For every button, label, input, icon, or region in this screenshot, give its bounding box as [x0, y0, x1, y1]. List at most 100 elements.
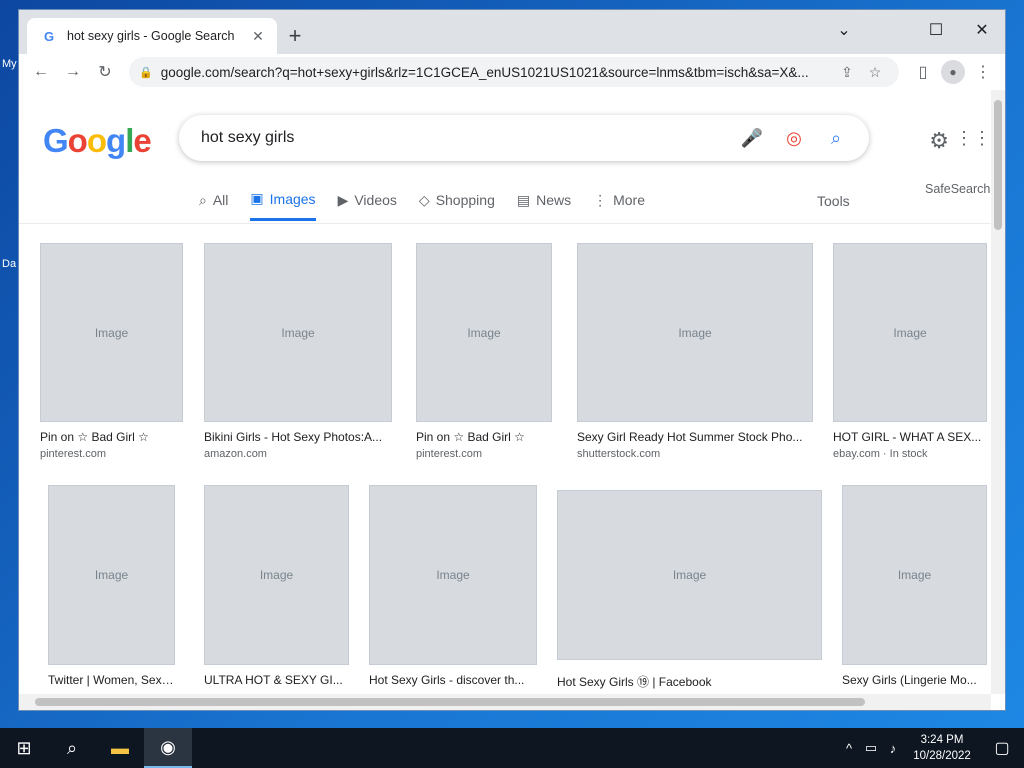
result-source[interactable]: ebay.com · In stock [833, 448, 987, 460]
tab-title: hot sexy girls - Google Search [67, 29, 235, 43]
tab-strip: G hot sexy girls - Google Search ✕ + ⌄ ☐… [19, 10, 1005, 54]
desktop-icon-label[interactable]: My [2, 58, 17, 70]
browser-tab[interactable]: G hot sexy girls - Google Search ✕ [27, 18, 277, 54]
image-result[interactable]: Image HOT GIRL - WHAT A SEX... ebay.com … [833, 243, 987, 460]
result-title[interactable]: Bikini Girls - Hot Sexy Photos:A... [204, 430, 392, 444]
tab-search-button[interactable]: ⌄ [821, 16, 867, 46]
image-placeholder[interactable]: Image [557, 490, 822, 660]
image-result[interactable]: Image Pin on ☆ Bad Girl ☆ pinterest.com [40, 243, 183, 460]
bookmark-star-icon[interactable]: ☆ [861, 64, 889, 81]
tab-close-icon[interactable]: ✕ [249, 28, 267, 45]
google-favicon-icon: G [43, 28, 55, 44]
result-title[interactable]: Twitter | Women, Sexy ... [48, 673, 175, 687]
image-result[interactable]: Image Hot Sexy Girls ⑲ | Facebook [557, 490, 822, 690]
apps-grid-icon[interactable]: ⋮⋮ [955, 128, 991, 149]
image-placeholder[interactable]: Image [833, 243, 987, 422]
image-placeholder[interactable]: Image [842, 485, 987, 665]
image-result[interactable]: Image Bikini Girls - Hot Sexy Photos:A..… [204, 243, 392, 460]
result-source[interactable]: pinterest.com [40, 448, 183, 460]
search-icon[interactable]: ⌕ [815, 128, 857, 149]
image-result[interactable]: Image Twitter | Women, Sexy ... [48, 485, 175, 687]
tag-icon: ◇ [418, 191, 430, 208]
chrome-window: G hot sexy girls - Google Search ✕ + ⌄ ☐… [18, 9, 1006, 711]
scrollbar-thumb[interactable] [994, 100, 1002, 230]
tab-news[interactable]: ▤ News [517, 190, 571, 221]
search-input[interactable] [201, 129, 731, 147]
notification-icon[interactable]: ▢ [980, 738, 1024, 758]
side-panel-icon[interactable]: ▯ [909, 58, 937, 86]
address-bar[interactable]: 🔒 google.com/search?q=hot+sexy+girls&rlz… [129, 57, 899, 87]
chevron-up-icon[interactable]: ^ [838, 741, 860, 756]
search-icon[interactable]: ⌕ [48, 728, 96, 768]
result-title[interactable]: Hot Sexy Girls ⑲ | Facebook [557, 673, 822, 690]
safesearch-link[interactable]: SafeSearch [925, 182, 990, 196]
tools-button[interactable]: Tools [817, 193, 850, 209]
video-icon: ▶ [337, 191, 349, 208]
lock-icon[interactable]: 🔒 [139, 66, 153, 79]
google-logo[interactable]: Google [43, 122, 152, 160]
microphone-icon[interactable]: 🎤 [731, 128, 773, 149]
back-arrow-icon[interactable]: ← [27, 58, 55, 86]
share-icon[interactable]: ⇪ [833, 64, 861, 81]
tab-shopping[interactable]: ◇ Shopping [419, 190, 495, 221]
image-placeholder[interactable]: Image [204, 485, 349, 665]
clock[interactable]: 3:24 PM 10/28/2022 [904, 732, 980, 764]
network-icon[interactable]: ▭ [860, 740, 882, 756]
search-icon: ⌕ [199, 191, 207, 208]
result-source[interactable]: pinterest.com [416, 448, 552, 460]
close-window-button[interactable]: ✕ [959, 16, 1005, 46]
image-placeholder[interactable]: Image [204, 243, 392, 422]
image-result[interactable]: Image Pin on ☆ Bad Girl ☆ pinterest.com [416, 243, 552, 460]
header-divider [19, 223, 991, 224]
result-source[interactable]: shutterstock.com [577, 448, 813, 460]
image-icon: ▣ [250, 190, 264, 206]
tab-videos[interactable]: ▶ Videos [338, 190, 397, 221]
image-result[interactable]: Image Hot Sexy Girls - discover th... [369, 485, 537, 687]
maximize-button[interactable]: ☐ [913, 16, 959, 46]
news-icon: ▤ [516, 191, 531, 208]
image-placeholder[interactable]: Image [416, 243, 552, 422]
tab-images[interactable]: ▣ Images [250, 190, 316, 221]
profile-avatar[interactable]: ● [941, 60, 965, 84]
windows-start-icon[interactable]: ⊞ [0, 728, 48, 768]
search-tabs: ⌕ All ▣ Images ▶ Videos ◇ Shopping ▤ News ⋮ Mo… [199, 190, 645, 221]
settings-gear-icon[interactable]: ⚙ [929, 128, 949, 154]
image-result[interactable]: Image Sexy Girls (Lingerie Mo... [842, 485, 987, 687]
scrollbar-thumb[interactable] [35, 698, 865, 706]
image-placeholder[interactable]: Image [577, 243, 813, 422]
image-result[interactable]: Image ULTRA HOT & SEXY GI... [204, 485, 349, 687]
tab-more[interactable]: ⋮ More [593, 190, 645, 221]
result-title[interactable]: HOT GIRL - WHAT A SEX... [833, 430, 987, 444]
image-placeholder[interactable]: Image [369, 485, 537, 665]
camera-lens-icon[interactable]: ◎ [773, 128, 815, 149]
file-explorer-icon[interactable]: ▬ [96, 728, 144, 768]
result-title[interactable]: Sexy Girl Ready Hot Summer Stock Pho... [577, 430, 813, 444]
new-tab-button[interactable]: + [281, 24, 309, 52]
image-result[interactable]: Image Sexy Girl Ready Hot Summer Stock P… [577, 243, 813, 460]
page-content: Google 🎤 ◎ ⌕ ⚙ ⋮⋮ ⌕All ▣Images ▶Videos ◇… [19, 90, 1005, 710]
forward-arrow-icon[interactable]: → [59, 58, 87, 86]
clock-date: 10/28/2022 [913, 750, 971, 762]
taskbar: ⊞ ⌕ ▬ ◉ ^ ▭ ♪ 3:24 PM 10/28/2022 ▢ [0, 728, 1024, 768]
browser-toolbar: ← → ↻ 🔒 google.com/search?q=hot+sexy+gir… [19, 54, 1005, 90]
result-title[interactable]: Pin on ☆ Bad Girl ☆ [416, 430, 552, 444]
volume-icon[interactable]: ♪ [882, 741, 904, 756]
desktop-icon-label[interactable]: Da [2, 258, 16, 270]
chrome-taskbar-icon[interactable]: ◉ [144, 728, 192, 768]
tab-all[interactable]: ⌕ All [199, 190, 228, 221]
more-dots-icon: ⋮ [593, 191, 608, 208]
result-title[interactable]: ULTRA HOT & SEXY GI... [204, 673, 349, 687]
result-title[interactable]: Sexy Girls (Lingerie Mo... [842, 673, 987, 687]
vertical-scrollbar[interactable] [991, 90, 1005, 694]
image-placeholder[interactable]: Image [48, 485, 175, 665]
menu-kebab-icon[interactable]: ⋮ [969, 58, 997, 86]
result-title[interactable]: Hot Sexy Girls - discover th... [369, 673, 537, 687]
search-box[interactable]: 🎤 ◎ ⌕ [179, 115, 869, 161]
result-title[interactable]: Pin on ☆ Bad Girl ☆ [40, 430, 183, 444]
result-source[interactable]: amazon.com [204, 448, 392, 460]
clock-time: 3:24 PM [920, 734, 964, 746]
reload-icon[interactable]: ↻ [91, 58, 119, 86]
url-text[interactable]: google.com/search?q=hot+sexy+girls&rlz=1… [161, 65, 833, 80]
horizontal-scrollbar[interactable] [19, 694, 991, 710]
image-placeholder[interactable]: Image [40, 243, 183, 422]
